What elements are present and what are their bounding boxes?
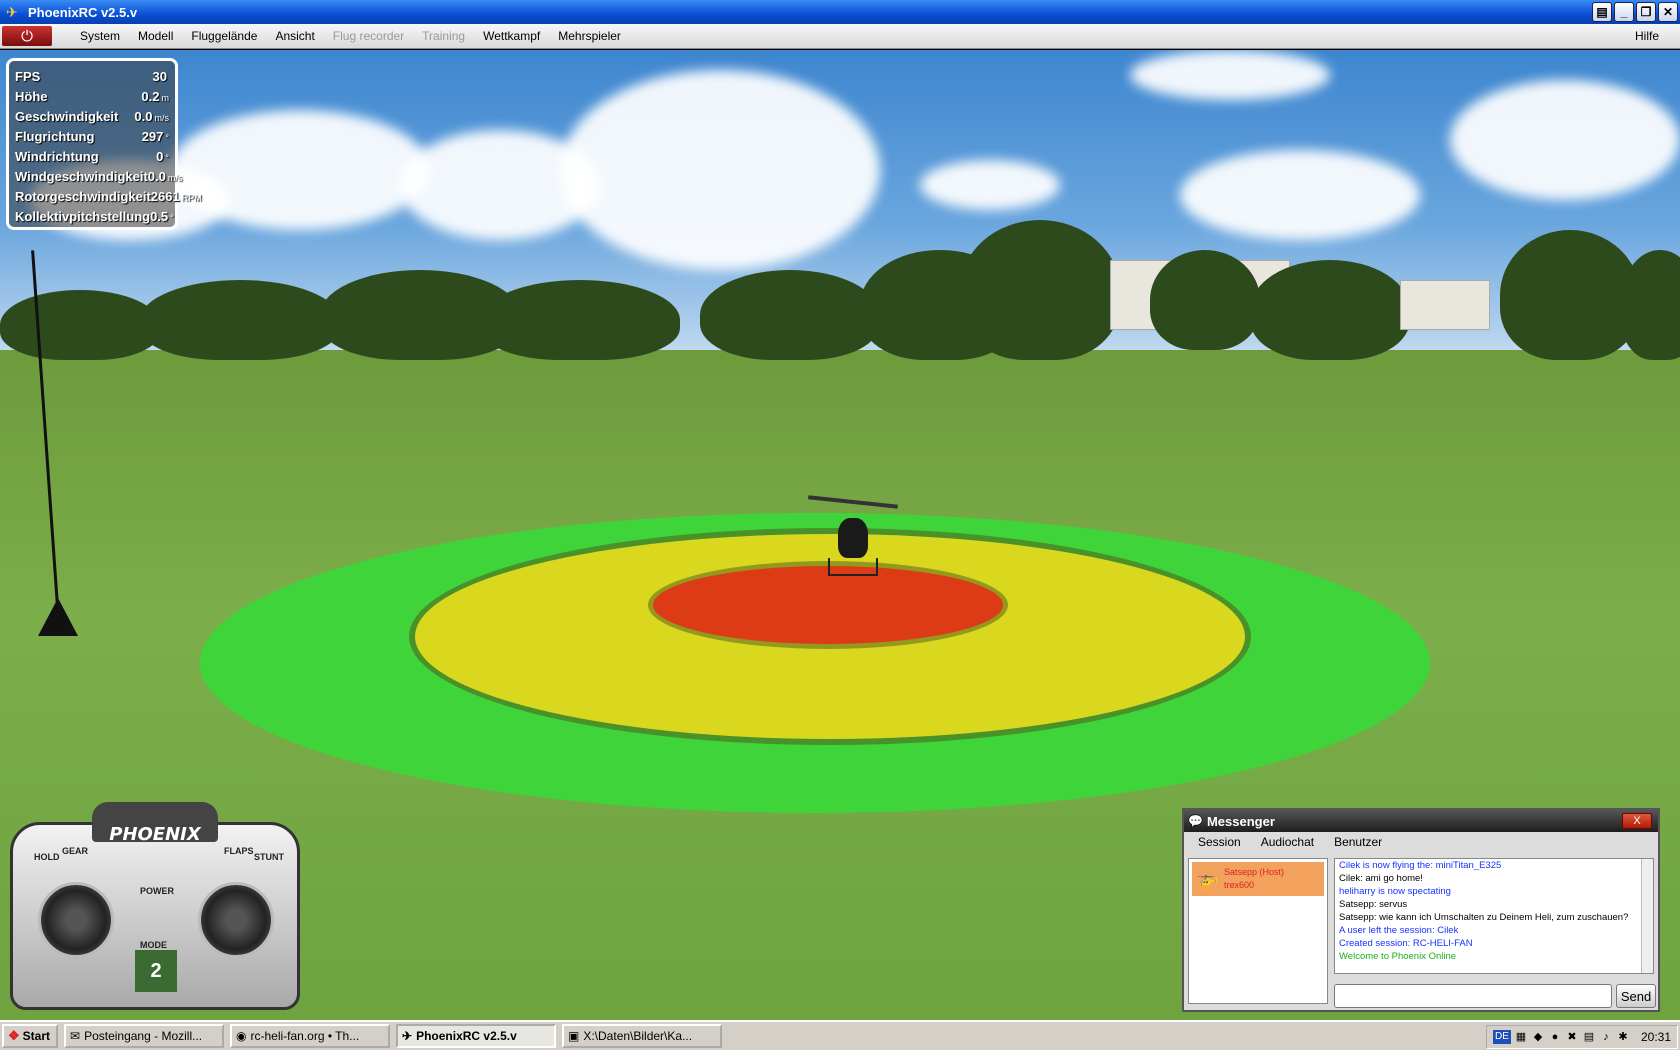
menu-modell[interactable]: Modell <box>129 29 182 43</box>
pole-tripod <box>38 598 78 636</box>
browser-icon: ◉ <box>236 1029 247 1043</box>
right-stick <box>198 882 274 958</box>
messenger-title: Messenger <box>1206 813 1275 829</box>
display-icon[interactable]: ▤ <box>1582 1030 1596 1044</box>
messenger-menu-session[interactable]: Session <box>1188 835 1251 849</box>
menu-bar: ⏻ System Modell Fluggelände Ansicht Flug… <box>0 24 1680 49</box>
cloud <box>1130 50 1330 100</box>
security-icon[interactable]: ◆ <box>1531 1030 1545 1044</box>
telemetry-row-flugrichtung: Flugrichtung 297 ° <box>15 128 169 144</box>
chat-message: Satsepp: wie kann ich Umschalten zu Dein… <box>1339 912 1629 923</box>
telemetry-panel: FPS 30 Höhe 0.2 m Geschwindigkeit 0.0 m/s Flu… <box>6 58 202 230</box>
telemetry-row-fps: FPS 30 <box>15 68 167 84</box>
chat-message: Satsepp: servus <box>1339 899 1408 910</box>
windows-logo-icon: ❖ <box>8 1028 20 1043</box>
chat-message: Cilek: ami go home! <box>1339 873 1423 884</box>
power-button[interactable]: ⏻ <box>2 26 52 46</box>
mode-display: 2 <box>135 950 177 992</box>
telemetry-row-windrichtung: Windrichtung 0 ° <box>15 148 169 164</box>
bluetooth-icon[interactable]: ✱ <box>1616 1030 1630 1044</box>
gear-switch-label: GEAR <box>62 846 89 856</box>
chat-message: Cilek is now flying the: miniTitan_E325 <box>1339 860 1502 871</box>
telemetry-row-windgeschwindigkeit: Windgeschwindigkeit 0.0 m/s <box>15 168 183 184</box>
close-button[interactable]: ✕ <box>1658 2 1678 22</box>
user-name: Satsepp (Host) <box>1224 867 1285 877</box>
update-icon[interactable]: ● <box>1548 1030 1562 1044</box>
messenger-menu: Session Audiochat Benutzer <box>1184 832 1658 852</box>
telemetry-row-hoehe: Höhe 0.2 m <box>15 88 169 104</box>
cloud <box>560 70 880 270</box>
system-tray: DE ▦ ◆ ● ✖ ▤ ♪ ✱ 20:31 <box>1485 1025 1678 1049</box>
messenger-window: 💬 Messenger X Session Audiochat Benutzer… <box>1182 808 1660 1012</box>
menu-hilfe[interactable]: Hilfe <box>1626 29 1668 43</box>
window-controls: ▤ _ ❐ ✕ <box>1592 2 1678 22</box>
remote-control: PHOENIX HOLD GEAR FLAPS STUNT POWER MODE… <box>10 802 300 1012</box>
app-icon: ✈ <box>402 1029 413 1043</box>
stunt-switch-label: STUNT <box>254 852 284 862</box>
user-model: trex600 <box>1224 880 1255 890</box>
helicopter-icon: 🚁 <box>1196 868 1220 889</box>
power-label: POWER <box>140 886 175 896</box>
cloud <box>920 160 1060 210</box>
menu-flug-recorder: Flug recorder <box>332 29 405 43</box>
start-label: Start <box>22 1029 50 1043</box>
chat-message: A user left the session: Cilek <box>1339 925 1459 936</box>
send-button[interactable]: Send <box>1616 984 1656 1008</box>
mail-icon: ✉ <box>70 1029 81 1043</box>
chat-input[interactable] <box>1334 984 1612 1008</box>
extra-window-icon[interactable]: ▤ <box>1592 2 1612 22</box>
taskbar-item-explorer[interactable]: ▣ X:\Daten\Bilder\Ka... <box>562 1024 722 1048</box>
start-button[interactable]: ❖ Start <box>2 1024 58 1048</box>
hold-switch-label: HOLD <box>34 852 60 862</box>
taskbar-item-phoenixrc[interactable]: ✈ PhoenixRC v2.5.v <box>396 1024 556 1048</box>
menu-fluggelaende[interactable]: Fluggelände <box>182 29 266 43</box>
taskbar-item-thunderbird[interactable]: ✉ Posteingang - Mozill... <box>64 1024 224 1048</box>
power-icon: ⏻ <box>21 27 33 45</box>
user-list: 🚁 Satsepp (Host) trex600 <box>1188 858 1328 1004</box>
app-icon: ✈ <box>6 4 18 20</box>
menu-system[interactable]: System <box>71 29 129 43</box>
messenger-close-button[interactable]: X <box>1622 813 1652 829</box>
telemetry-row-kollektivpitch: Kollektivpitchstellung 0.5 ° <box>15 208 174 224</box>
chat-message: Welcome to Phoenix Online <box>1339 951 1457 962</box>
mode-label: MODE <box>140 940 167 950</box>
chat-message: Created session: RC-HELI-FAN <box>1339 938 1473 949</box>
messenger-menu-audiochat[interactable]: Audiochat <box>1251 835 1324 849</box>
menu-training: Training <box>422 29 466 43</box>
language-indicator[interactable]: DE <box>1492 1030 1511 1044</box>
clock: 20:31 <box>1640 1030 1671 1044</box>
messenger-menu-benutzer[interactable]: Benutzer <box>1324 835 1392 849</box>
taskbar-item-firefox[interactable]: ◉ rc-heli-fan.org • Th... <box>230 1024 390 1048</box>
telemetry-row-rotorgeschwindigkeit: Rotorgeschwindigkeit 2661 RPM <box>15 188 202 204</box>
menu-mehrspieler[interactable]: Mehrspieler <box>549 29 630 43</box>
remote-brand: PHOENIX <box>109 824 201 845</box>
helicopter-model <box>808 490 898 590</box>
chat-icon: 💬 <box>1188 814 1203 828</box>
menu-wettkampf[interactable]: Wettkampf <box>474 29 549 43</box>
title-bar: ✈ PhoenixRC v2.5.v ▤ _ ❐ ✕ <box>0 0 1680 24</box>
chat-log[interactable]: Cilek is now flying the: miniTitan_E325 … <box>1334 858 1654 974</box>
treeline <box>0 220 1680 390</box>
cloud <box>1180 150 1420 240</box>
user-list-item[interactable]: 🚁 Satsepp (Host) trex600 <box>1192 862 1324 896</box>
menu-ansicht[interactable]: Ansicht <box>266 29 323 43</box>
window-title: PhoenixRC v2.5.v <box>28 4 138 20</box>
taskbar: ❖ Start ✉ Posteingang - Mozill... ◉ rc-h… <box>0 1020 1680 1050</box>
folder-icon: ▣ <box>568 1029 580 1043</box>
chat-message: heliharry is now spectating <box>1339 886 1451 897</box>
cloud <box>1450 80 1680 200</box>
restore-button[interactable]: ❐ <box>1636 2 1656 22</box>
messenger-title-bar: 💬 Messenger <box>1184 810 1658 832</box>
volume-icon[interactable]: ♪ <box>1599 1030 1613 1044</box>
flaps-switch-label: FLAPS <box>224 846 254 856</box>
left-stick <box>38 882 114 958</box>
network-icon[interactable]: ▦ <box>1514 1030 1528 1044</box>
minimize-button[interactable]: _ <box>1614 2 1634 22</box>
telemetry-row-geschwindigkeit: Geschwindigkeit 0.0 m/s <box>15 108 169 124</box>
chat-scrollbar[interactable] <box>1641 859 1653 973</box>
antivirus-icon[interactable]: ✖ <box>1565 1030 1579 1044</box>
